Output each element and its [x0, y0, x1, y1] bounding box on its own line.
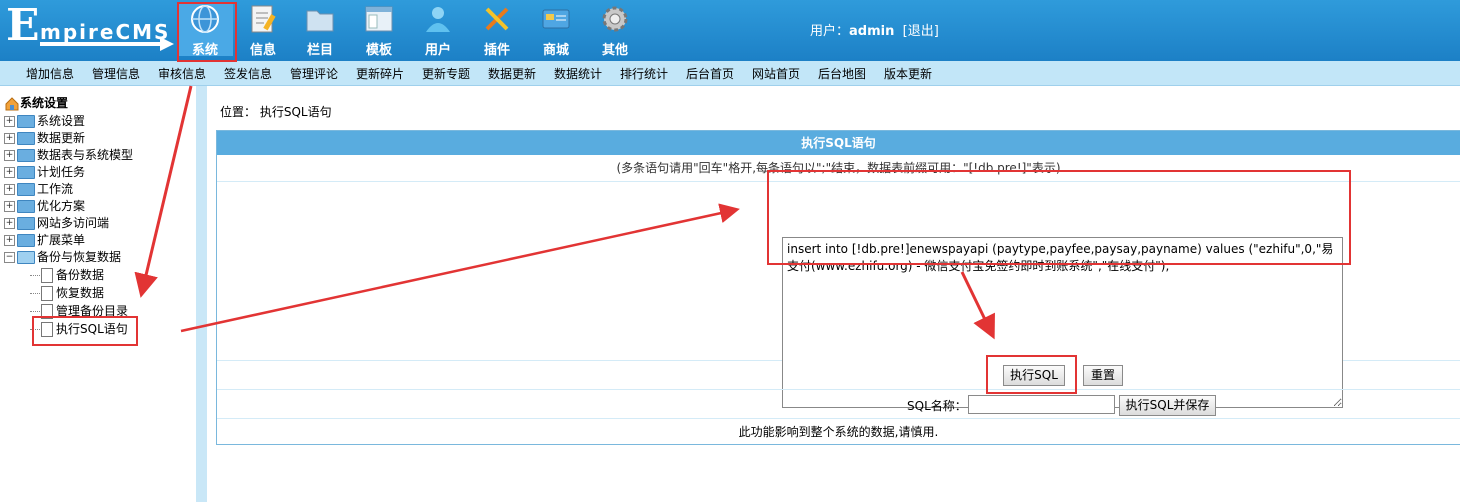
- nav-plugin[interactable]: 插件: [469, 2, 525, 58]
- tree-folder-workflow[interactable]: + 工作流: [4, 181, 73, 198]
- empirecms-logo: E mpireCMS: [6, 4, 176, 52]
- submenu-site-home[interactable]: 网站首页: [752, 65, 800, 82]
- annotation-box-execute-button: [986, 355, 1077, 394]
- tree-folder-scheduled-tasks[interactable]: + 计划任务: [4, 164, 85, 181]
- expand-icon[interactable]: +: [4, 201, 15, 212]
- open-folder-icon: [17, 251, 35, 264]
- submenu-update-topics[interactable]: 更新专题: [422, 65, 470, 82]
- submenu-admin-map[interactable]: 后台地图: [818, 65, 866, 82]
- sidebar-tree: 系统设置 + 系统设置 + 数据更新 + 数据表与系统模型 + 计划任务 + 工作流 + 优…: [0, 86, 196, 502]
- submenu-manage-comments[interactable]: 管理评论: [290, 65, 338, 82]
- expand-icon[interactable]: +: [4, 218, 15, 229]
- gear-icon: [602, 6, 628, 32]
- expand-icon[interactable]: +: [4, 116, 15, 127]
- submenu-sign-info[interactable]: 签发信息: [224, 65, 272, 82]
- user-info: 用户：admin [退出]: [810, 24, 939, 39]
- expand-icon[interactable]: +: [4, 235, 15, 246]
- window-template-icon: [365, 6, 393, 32]
- annotation-box-nav-system: [177, 2, 237, 62]
- tree-folder-tables-models[interactable]: + 数据表与系统模型: [4, 147, 133, 164]
- tree-folder-backup-restore[interactable]: − 备份与恢复数据: [4, 249, 121, 266]
- tree-item-restore-data[interactable]: 恢复数据: [30, 285, 104, 302]
- folder-icon: [17, 234, 35, 247]
- submenu-version-update[interactable]: 版本更新: [884, 65, 932, 82]
- tree-folder-system-settings[interactable]: + 系统设置: [4, 113, 85, 130]
- document-icon: [41, 268, 53, 283]
- tree-folder-data-update[interactable]: + 数据更新: [4, 130, 85, 147]
- folder-icon: [17, 217, 35, 230]
- logout-link[interactable]: [退出]: [903, 24, 939, 39]
- warning-text: 此功能影响到整个系统的数据,请慎用.: [738, 425, 939, 439]
- username: admin: [849, 24, 895, 39]
- folder-icon: [17, 166, 35, 179]
- nav-info[interactable]: 信息: [235, 2, 291, 58]
- card-icon: [542, 9, 570, 29]
- submenu-update-fragments[interactable]: 更新碎片: [356, 65, 404, 82]
- user-icon: [426, 7, 450, 32]
- document-edit-icon: [251, 5, 276, 33]
- folder-icon: [17, 115, 35, 128]
- folder-icon: [17, 132, 35, 145]
- submenu-manage-info[interactable]: 管理信息: [92, 65, 140, 82]
- folder-icon: [306, 10, 334, 32]
- action-row: 执行SQL 重置: [217, 361, 1460, 390]
- folder-icon: [17, 200, 35, 213]
- sql-name-label: SQL名称：: [907, 399, 967, 413]
- document-icon: [41, 286, 53, 301]
- folder-icon: [17, 149, 35, 162]
- reset-button[interactable]: 重置: [1083, 365, 1123, 386]
- expand-icon[interactable]: +: [4, 133, 15, 144]
- submenu-review-info[interactable]: 审核信息: [158, 65, 206, 82]
- save-row: SQL名称：: [217, 390, 1460, 419]
- tree-root[interactable]: 系统设置: [5, 95, 68, 112]
- submenu-rank-stats[interactable]: 排行统计: [620, 65, 668, 82]
- home-icon: [5, 96, 19, 110]
- tree-folder-optimization[interactable]: + 优化方案: [4, 198, 85, 215]
- submenu-admin-home[interactable]: 后台首页: [686, 65, 734, 82]
- expand-icon[interactable]: +: [4, 150, 15, 161]
- tree-item-backup-data[interactable]: 备份数据: [30, 267, 104, 284]
- breadcrumb: 位置： 执行SQL语句: [220, 105, 332, 119]
- annotation-box-sql-textarea: [767, 170, 1351, 265]
- folder-icon: [17, 183, 35, 196]
- nav-other[interactable]: 其他: [587, 2, 643, 58]
- submenu-data-stats[interactable]: 数据统计: [554, 65, 602, 82]
- tree-folder-extension-menu[interactable]: + 扩展菜单: [4, 232, 85, 249]
- nav-user[interactable]: 用户: [410, 2, 466, 58]
- nav-column[interactable]: 栏目: [292, 2, 348, 58]
- panel-title: 执行SQL语句: [217, 131, 1460, 155]
- execute-and-save-button[interactable]: 执行SQL并保存: [1119, 395, 1216, 416]
- sql-name-input[interactable]: [968, 395, 1115, 414]
- submenu-add-info[interactable]: 增加信息: [26, 65, 74, 82]
- tools-icon: [485, 7, 509, 31]
- breadcrumb-current[interactable]: 执行SQL语句: [260, 105, 332, 119]
- expand-icon[interactable]: +: [4, 167, 15, 178]
- annotation-box-execute-sql-item: [32, 316, 138, 346]
- collapse-icon[interactable]: −: [4, 252, 15, 263]
- nav-mall[interactable]: 商城: [528, 2, 584, 58]
- tree-folder-multi-access[interactable]: + 网站多访问端: [4, 215, 109, 232]
- expand-icon[interactable]: +: [4, 184, 15, 195]
- submenu-bar: 增加信息 管理信息 审核信息 签发信息 管理评论 更新碎片 更新专题 数据更新 …: [0, 61, 1460, 86]
- sidebar-splitter[interactable]: [196, 86, 207, 502]
- nav-template[interactable]: 模板: [351, 2, 407, 58]
- submenu-data-update[interactable]: 数据更新: [488, 65, 536, 82]
